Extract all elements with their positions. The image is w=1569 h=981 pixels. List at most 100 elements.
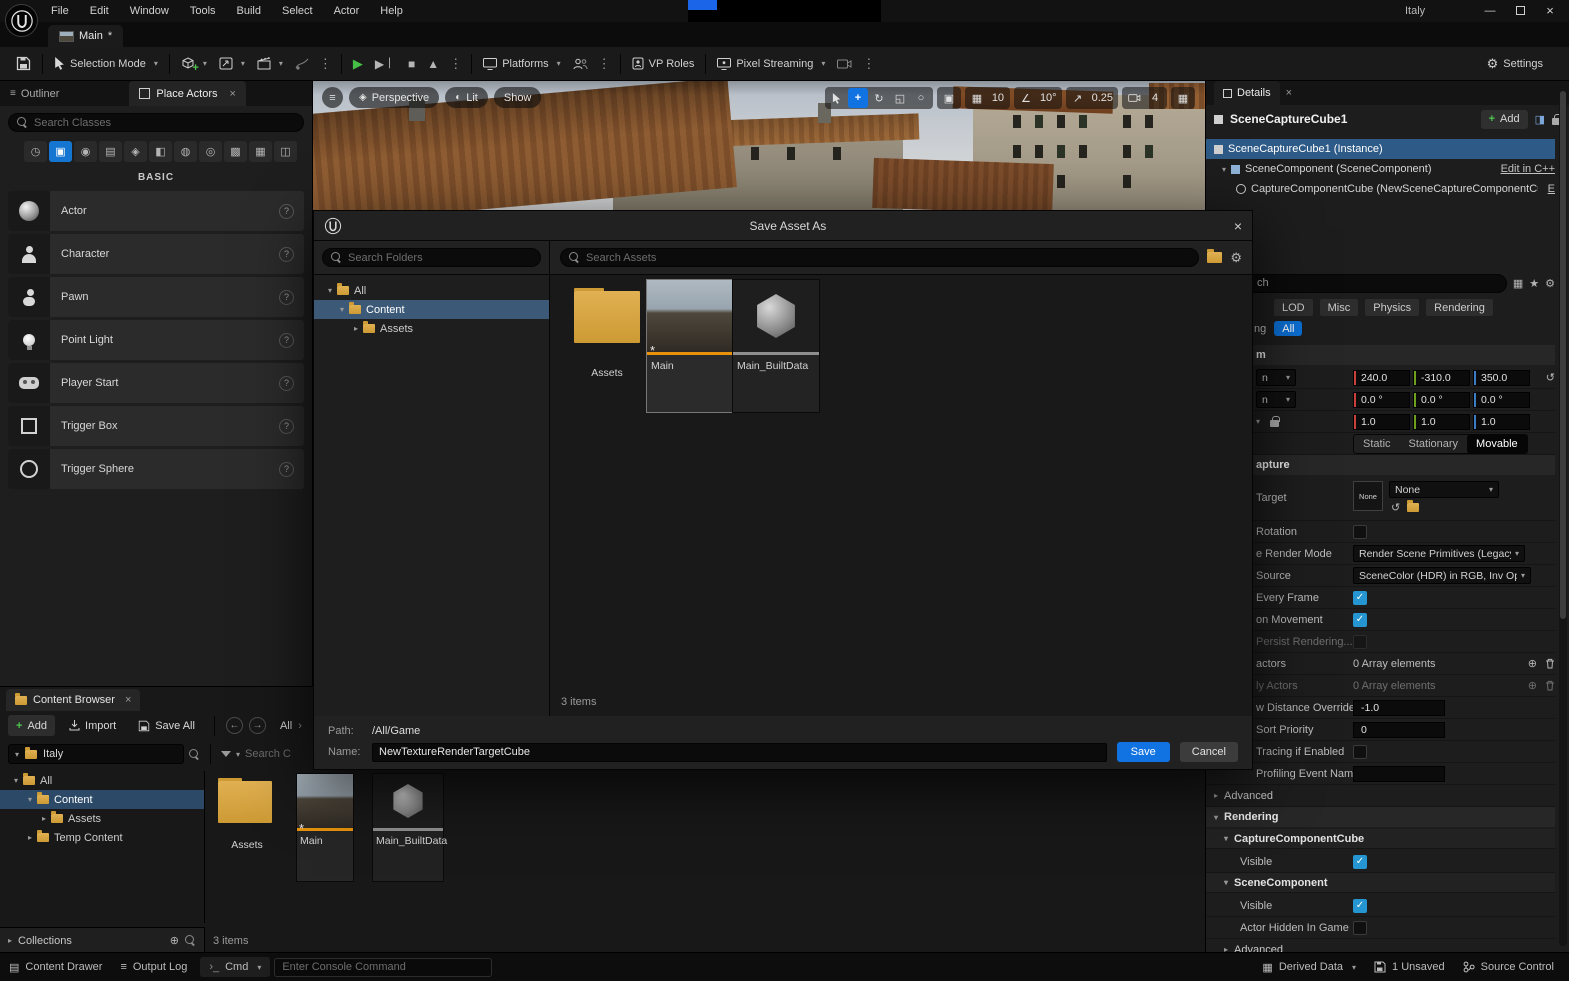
ray-tracing-checkbox[interactable] xyxy=(1353,745,1367,759)
source-control-button[interactable]: Source Control xyxy=(1454,953,1563,981)
category-all-classes-icon[interactable]: ▦ xyxy=(249,141,272,162)
filter-tab-rendering[interactable]: Rendering xyxy=(1426,299,1493,316)
back-icon[interactable]: ← xyxy=(226,717,243,734)
grid-snap-value[interactable]: 10 xyxy=(988,88,1008,108)
menu-edit[interactable]: Edit xyxy=(89,1,110,21)
scale-snap-value[interactable]: 0.25 xyxy=(1089,88,1116,108)
location-x-field[interactable]: 240.0 xyxy=(1353,370,1410,386)
category-audio-icon[interactable]: ◎ xyxy=(199,141,222,162)
landscape-tool-button[interactable] xyxy=(289,52,315,76)
camera-speed-value[interactable]: 4 xyxy=(1145,88,1165,108)
tree-item-all[interactable]: ▾ All xyxy=(0,771,204,790)
platforms-dropdown[interactable]: Platforms ▾ xyxy=(477,52,566,76)
save-dialog-button[interactable]: Save xyxy=(1117,742,1170,762)
minimize-button[interactable]: — xyxy=(1475,2,1505,19)
rotation-y-field[interactable]: 0.0 ° xyxy=(1413,392,1470,408)
scale-z-field[interactable]: 1.0 xyxy=(1473,414,1530,430)
component-row-capture-component[interactable]: CaptureComponentCube (NewSceneCaptureCom… xyxy=(1206,179,1555,199)
location-y-field[interactable]: -310.0 xyxy=(1413,370,1470,386)
breadcrumb-all[interactable]: All xyxy=(280,720,292,732)
sort-priority-field[interactable]: 0 xyxy=(1353,722,1445,738)
close-tab-icon[interactable]: × xyxy=(125,694,131,706)
world-space-icon[interactable]: ○ xyxy=(911,88,931,108)
scale-x-field[interactable]: 1.0 xyxy=(1353,414,1410,430)
actor-hidden-in-game-checkbox[interactable] xyxy=(1353,921,1367,935)
menu-file[interactable]: File xyxy=(50,1,70,21)
visible-checkbox[interactable] xyxy=(1353,899,1367,913)
scrollbar-thumb[interactable] xyxy=(1560,91,1566,619)
menu-help[interactable]: Help xyxy=(379,1,404,21)
grid-snap-icon[interactable]: ▦ xyxy=(967,88,987,108)
render-mode-dropdown[interactable]: Render Scene Primitives (Legacy)▾ xyxy=(1353,545,1525,562)
category-visual-effects-icon[interactable]: ◈ xyxy=(124,141,147,162)
scale-y-field[interactable]: 1.0 xyxy=(1413,414,1470,430)
advanced-expander[interactable]: ▸Advanced xyxy=(1206,785,1555,807)
derived-data-button[interactable]: ▦ Derived Data ▾ xyxy=(1253,953,1365,981)
cmd-dropdown[interactable]: ›_ Cmd ▾ xyxy=(200,957,270,977)
unsaved-button[interactable]: 1 Unsaved xyxy=(1365,953,1454,981)
max-view-distance-field[interactable]: -1.0 xyxy=(1353,700,1445,716)
search-icon[interactable] xyxy=(189,749,200,760)
help-icon[interactable]: ? xyxy=(279,290,294,305)
close-button[interactable]: × xyxy=(1535,2,1565,19)
delete-elements-icon[interactable] xyxy=(1545,680,1555,691)
edit-in-cpp-link[interactable]: Edit in C++ xyxy=(1501,163,1555,175)
rotation-space-dropdown[interactable]: n▾ xyxy=(1256,391,1296,408)
place-actor-item-pawn[interactable]: Pawn ? xyxy=(8,277,304,317)
pixel-streaming-dropdown[interactable]: Pixel Streaming ▾ xyxy=(711,52,831,76)
help-icon[interactable]: ? xyxy=(279,333,294,348)
tree-item-assets[interactable]: ▸ Assets xyxy=(0,809,204,828)
profiling-event-name-field[interactable] xyxy=(1353,766,1445,782)
category-cinematic-icon[interactable]: ▤ xyxy=(99,141,122,162)
menu-actor[interactable]: Actor xyxy=(333,1,361,21)
details-scrollbar[interactable] xyxy=(1559,87,1567,946)
scale-lock-icon[interactable] xyxy=(1270,420,1279,427)
play-button[interactable]: ▶ xyxy=(347,52,369,76)
help-icon[interactable]: ? xyxy=(279,419,294,434)
vp-roles-dropdown[interactable]: VP Roles xyxy=(626,52,701,76)
stop-button[interactable]: ■ xyxy=(402,52,421,76)
capture-component-subheader[interactable]: ▾CaptureComponentCube xyxy=(1206,829,1555,849)
menu-build[interactable]: Build xyxy=(236,1,262,21)
select-tool-icon[interactable] xyxy=(827,88,847,108)
settings-dropdown[interactable]: ⚙ Settings xyxy=(1481,52,1549,76)
rendering-section-header[interactable]: ▾Rendering xyxy=(1206,807,1555,827)
filter-tab-partial[interactable]: ng xyxy=(1254,323,1266,335)
blueprints-dropdown[interactable]: ▾ xyxy=(213,52,251,76)
maximize-button[interactable] xyxy=(1505,2,1535,19)
dialog-asset-tile-main[interactable]: * Main xyxy=(646,279,734,413)
content-drawer-button[interactable]: ▤ Content Drawer xyxy=(0,953,111,981)
asset-name-input[interactable] xyxy=(372,743,1107,762)
rotation-x-field[interactable]: 0.0 ° xyxy=(1353,392,1410,408)
multi-user-button[interactable] xyxy=(567,52,594,76)
place-actor-item-trigger-sphere[interactable]: Trigger Sphere ? xyxy=(8,449,304,489)
add-element-icon[interactable]: ⊕ xyxy=(1528,657,1537,670)
view-settings-gear-icon[interactable]: ⚙ xyxy=(1230,250,1242,266)
tab-place-actors[interactable]: Place Actors × xyxy=(129,81,246,106)
viewport-options-icon[interactable]: ≡ xyxy=(322,87,343,108)
toolbar-overflow-icon[interactable]: ⋮ xyxy=(315,56,336,72)
add-element-icon[interactable]: ⊕ xyxy=(1528,679,1537,692)
search-classes-input[interactable] xyxy=(8,113,304,132)
rotation-snap-value[interactable]: 10° xyxy=(1037,88,1060,108)
play-options-icon[interactable]: ⋮ xyxy=(445,56,466,72)
help-icon[interactable]: ? xyxy=(279,247,294,262)
details-search-input[interactable]: ch xyxy=(1214,274,1507,293)
capture-rotation-checkbox[interactable] xyxy=(1353,525,1367,539)
place-actor-item-player-start[interactable]: Player Start ? xyxy=(8,363,304,403)
add-component-button[interactable]: + Add xyxy=(1481,110,1528,129)
add-collection-icon[interactable]: ⊕ xyxy=(170,934,179,947)
capture-on-movement-checkbox[interactable] xyxy=(1353,613,1367,627)
component-row-scene-component[interactable]: ▾ SceneComponent (SceneComponent) Edit i… xyxy=(1206,159,1555,179)
texture-target-dropdown[interactable]: None▾ xyxy=(1389,481,1499,498)
favorites-icon[interactable]: ★ xyxy=(1529,277,1539,290)
category-recent-icon[interactable]: ◷ xyxy=(24,141,47,162)
perspective-dropdown[interactable]: ◈ Perspective xyxy=(349,87,439,108)
cancel-dialog-button[interactable]: Cancel xyxy=(1180,742,1238,762)
search-collections-icon[interactable] xyxy=(185,935,196,946)
reset-to-default-icon[interactable]: ↺ xyxy=(1546,371,1555,384)
camera-speed-icon[interactable] xyxy=(1124,88,1144,108)
add-button[interactable]: + Add xyxy=(8,715,55,736)
category-volumes-icon[interactable]: ▩ xyxy=(224,141,247,162)
asset-tile-main-builtdata[interactable]: Main_BuiltData xyxy=(372,773,444,882)
